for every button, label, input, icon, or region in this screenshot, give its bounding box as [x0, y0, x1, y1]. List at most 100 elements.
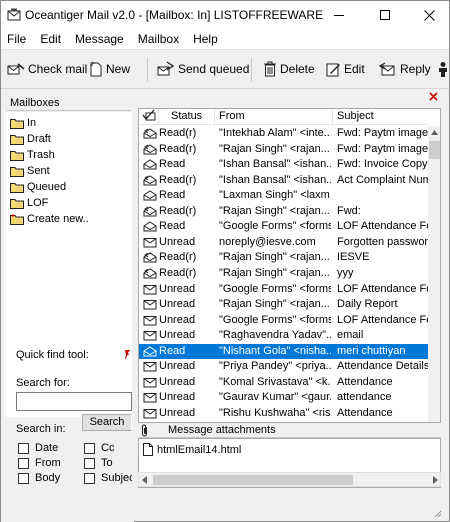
- message-from: "Google Forms" <forms...: [219, 220, 331, 233]
- message-row[interactable]: Read(r) "Rajan Singh" <rajan... yyy: [139, 266, 428, 282]
- message-row[interactable]: Read(r) "Rajan Singh" <rajan... Fwd: Paytm…: [139, 142, 428, 158]
- message-row[interactable]: Read "Laxman Singh" <laxm...: [139, 188, 428, 204]
- scroll-up-icon[interactable]: [431, 130, 438, 135]
- scroll-left-icon[interactable]: [142, 476, 147, 484]
- reply-button[interactable]: Reply: [379, 58, 431, 80]
- folder-label: LOF: [27, 197, 49, 209]
- checkbox-box[interactable]: [84, 457, 95, 469]
- checkbox-body[interactable]: Body: [18, 472, 60, 484]
- message-row[interactable]: Unread "Gaurav Kumar" <gaur... attendance: [139, 390, 428, 406]
- menu-edit[interactable]: Edit: [33, 32, 68, 46]
- folder-sent[interactable]: Sent: [10, 163, 50, 179]
- folder-lof[interactable]: LOF: [10, 195, 48, 211]
- scroll-right-icon[interactable]: [433, 476, 438, 484]
- message-row[interactable]: Read "Google Forms" <forms... LOF Attendan…: [139, 219, 428, 235]
- message-subject: Fwd: Paytm image: [337, 142, 428, 155]
- message-from: "Rishu Kushwaha" <ris...: [219, 406, 331, 419]
- checkbox-to[interactable]: To: [84, 457, 113, 469]
- column-status[interactable]: Status: [159, 109, 215, 125]
- message-row[interactable]: Unread "Rishu Kushwaha" <ris... Attendance: [139, 406, 428, 422]
- checkbox-cc[interactable]: Cc: [84, 442, 114, 454]
- message-from: "Ishan Bansal" <ishan...: [219, 158, 331, 171]
- toolbar-separator: [147, 58, 148, 82]
- search-in-label: Search in:: [16, 423, 66, 435]
- checkbox-box[interactable]: [84, 472, 95, 484]
- column-icon-header[interactable]: [139, 109, 159, 125]
- resize-grip-icon[interactable]: [432, 508, 442, 521]
- create-new-folder[interactable]: Create new..: [10, 211, 89, 227]
- edit-button[interactable]: Edit: [326, 58, 365, 80]
- delete-button[interactable]: Delete: [263, 58, 315, 80]
- checkbox-date[interactable]: Date: [18, 442, 58, 454]
- message-from: "Rajan Singh" <rajan...: [219, 298, 330, 311]
- search-input[interactable]: [16, 392, 132, 411]
- folder-draft[interactable]: Draft: [10, 131, 51, 147]
- menu-bar: File Edit Message Mailbox Help: [1, 29, 449, 49]
- message-status: Unread: [159, 298, 196, 311]
- checkbox-box[interactable]: [18, 472, 29, 484]
- folder-icon: [10, 150, 24, 161]
- column-subject[interactable]: Subject: [333, 109, 428, 125]
- pin-icon[interactable]: [123, 349, 131, 362]
- search-button[interactable]: Search: [82, 414, 132, 431]
- message-row[interactable]: Read(r) "Rajan Singh" <rajan... IESVE: [139, 250, 428, 266]
- checkbox-subject[interactable]: Subject: [84, 472, 132, 484]
- close-window-button[interactable]: [407, 1, 450, 29]
- folder-icon: [10, 134, 24, 145]
- message-list: Status From Subject Read(r) "Intekhab Ala…: [138, 108, 441, 423]
- new-message-button[interactable]: New: [89, 58, 130, 80]
- message-row[interactable]: Read(r) "Ishan Bansal" <ishan... Act Compl…: [139, 173, 428, 189]
- message-row[interactable]: Unread "Google Forms" <forms... LOF Attend…: [139, 313, 428, 329]
- menu-message[interactable]: Message: [68, 32, 131, 46]
- message-row[interactable]: Unread "Rajan Singh" <rajan... Daily Repor…: [139, 297, 428, 313]
- vertical-scrollbar[interactable]: [428, 126, 440, 422]
- check-mail-label: Check mail: [28, 62, 88, 76]
- checkbox-box[interactable]: [18, 457, 29, 469]
- new-message-label: New: [106, 62, 131, 76]
- person-icon: [439, 62, 447, 77]
- attachments-label: Message attachments: [168, 424, 276, 436]
- checkbox-from[interactable]: From: [18, 457, 61, 469]
- checkbox-box[interactable]: [84, 442, 95, 454]
- message-subject: LOF Attendance Form: [337, 313, 428, 326]
- new-folder-icon: [10, 213, 24, 225]
- folder-queued[interactable]: Queued: [10, 179, 66, 195]
- message-from: "Google Forms" <forms...: [219, 282, 331, 295]
- message-row[interactable]: Unread "Raghavendra Yadav"... email: [139, 328, 428, 344]
- edit-icon: [326, 63, 340, 76]
- contacts-button[interactable]: [437, 58, 450, 80]
- scrollbar-thumb[interactable]: [153, 475, 353, 485]
- message-row[interactable]: Unread "Komal Srivastava" <k... Attendance: [139, 375, 428, 391]
- message-status: Unread: [159, 329, 196, 342]
- message-row[interactable]: Read(r) "Rajan Singh" <rajan... Fwd:: [139, 204, 428, 220]
- search-for-label: Search for:: [16, 377, 70, 389]
- message-subject: Act Complaint Numbe: [337, 173, 428, 186]
- message-status: Unread: [159, 360, 196, 373]
- message-row[interactable]: Unread "Priya Pandey" <priya... Attendance…: [139, 359, 428, 375]
- message-row[interactable]: Unread noreply@iesve.com Forgotten passwor…: [139, 235, 428, 251]
- message-row[interactable]: Read(r) "Intekhab Alam" <inte... Fwd: Payt…: [139, 126, 428, 142]
- menu-help[interactable]: Help: [186, 32, 225, 46]
- message-row[interactable]: Unread "Google Forms" <forms... LOF Attend…: [139, 282, 428, 298]
- message-row[interactable]: Read "Nishant Gola" <nisha... meri chuttiy…: [139, 343, 428, 360]
- unread-mail-icon: [143, 408, 157, 422]
- send-queued-button[interactable]: Send queued: [157, 58, 249, 80]
- message-subject: Attendance: [337, 406, 393, 419]
- menu-file[interactable]: File: [1, 32, 33, 46]
- scrollbar-thumb[interactable]: [429, 141, 440, 159]
- message-from: "Rajan Singh" <rajan...: [219, 142, 330, 155]
- menu-mailbox[interactable]: Mailbox: [131, 32, 186, 46]
- folder-trash[interactable]: Trash: [10, 147, 55, 163]
- checkbox-box[interactable]: [18, 442, 29, 454]
- folder-in[interactable]: In: [10, 115, 36, 131]
- close-pane-icon[interactable]: [429, 92, 438, 104]
- check-mail-button[interactable]: Check mail: [7, 58, 87, 80]
- minimize-button[interactable]: [317, 1, 361, 29]
- attachment-item[interactable]: htmlEmail14.html: [143, 443, 241, 456]
- read-mail-icon: [143, 159, 157, 173]
- mailboxes-header: Mailboxes: [7, 97, 131, 111]
- message-row[interactable]: Read "Ishan Bansal" <ishan... Fwd: Invoice…: [139, 157, 428, 173]
- maximize-button[interactable]: [363, 1, 407, 29]
- horizontal-scrollbar[interactable]: [138, 472, 441, 487]
- column-from[interactable]: From: [215, 109, 333, 125]
